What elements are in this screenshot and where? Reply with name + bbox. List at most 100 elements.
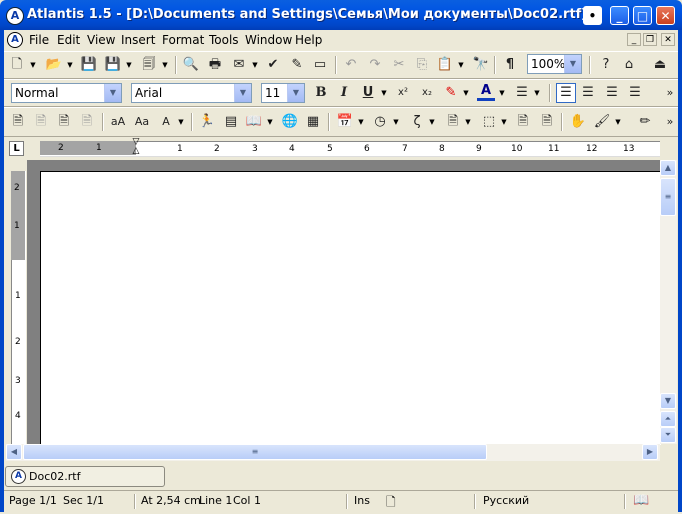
subscript-icon[interactable]: x₂ xyxy=(418,84,436,102)
chevron-down-icon[interactable]: ▼ xyxy=(392,118,400,126)
symbol-icon[interactable]: ζ xyxy=(408,113,426,131)
find-icon[interactable]: 🔭 xyxy=(472,56,490,74)
maximize-button[interactable]: □ xyxy=(633,6,652,25)
chevron-down-icon[interactable]: ▼ xyxy=(287,84,304,102)
change-case-menu-icon[interactable]: A xyxy=(157,113,175,131)
align-left-icon[interactable]: ☰ xyxy=(556,83,576,103)
underline-icon[interactable]: U xyxy=(359,84,377,102)
pilcrow-icon[interactable]: ¶ xyxy=(501,56,519,74)
bold-icon[interactable]: B xyxy=(312,84,330,102)
paste-icon[interactable]: 📋 xyxy=(436,56,454,74)
stack-icon[interactable]: ▦ xyxy=(304,113,322,131)
doc-blue-icon[interactable]: 🗎 xyxy=(55,113,73,131)
insert-frame-icon[interactable]: ⬚ xyxy=(480,113,498,131)
chevron-down-icon[interactable]: ▼ xyxy=(104,84,121,102)
chevron-down-icon[interactable]: ▼ xyxy=(380,89,388,97)
field-icon[interactable]: ▭ xyxy=(311,56,329,74)
superscript-icon[interactable]: x² xyxy=(394,84,412,102)
scroll-left-button[interactable]: ◀ xyxy=(6,444,22,460)
italic-icon[interactable]: I xyxy=(335,84,353,102)
size-select[interactable]: 11 ▼ xyxy=(261,83,305,103)
doc-restore-button[interactable]: ❐ xyxy=(643,33,657,46)
insert-object-icon[interactable]: 🗎 xyxy=(514,113,532,131)
calendar-icon[interactable]: 📅 xyxy=(336,113,354,131)
print-preview-icon[interactable]: 🔍 xyxy=(182,56,200,74)
scroll-up-button[interactable]: ▲ xyxy=(660,160,676,176)
highlight-icon[interactable]: ✎ xyxy=(442,84,460,102)
chevron-down-icon[interactable]: ▼ xyxy=(251,61,259,69)
book-icon[interactable]: 📖 xyxy=(245,113,263,131)
indent-marker[interactable]: ▽ △ xyxy=(131,138,141,160)
style-select[interactable]: Normal ▼ xyxy=(11,83,122,103)
document-icon[interactable]: A xyxy=(7,32,23,48)
vertical-scroll-thumb[interactable]: ≡ xyxy=(660,178,676,216)
hand-icon[interactable]: ✋ xyxy=(569,113,587,131)
menu-view[interactable]: View xyxy=(87,33,115,47)
chevron-down-icon[interactable]: ▼ xyxy=(266,118,274,126)
autocorrect-icon[interactable]: ✎ xyxy=(288,56,306,74)
exit-icon[interactable]: ⏏ xyxy=(651,56,669,74)
clock-icon[interactable]: ◷ xyxy=(371,113,389,131)
templates-icon[interactable]: 🗐 xyxy=(140,56,158,74)
vertical-scrollbar[interactable]: ▲ ≡ ▼ ⏶ ⏷ xyxy=(660,160,677,444)
change-case-icon[interactable]: Aa xyxy=(133,113,151,131)
spellcheck-icon[interactable]: ✔ xyxy=(264,56,282,74)
save-icon[interactable]: 💾 xyxy=(80,56,98,74)
menu-tools[interactable]: Tools xyxy=(209,33,239,47)
font-select[interactable]: Arial ▼ xyxy=(131,83,252,103)
email-icon[interactable]: ✉ xyxy=(230,56,248,74)
doc-close-button[interactable]: ✕ xyxy=(661,33,675,46)
close-button[interactable]: ✕ xyxy=(656,6,675,25)
doc-minimize-button[interactable]: _ xyxy=(627,33,641,46)
copy-icon[interactable]: ⎘ xyxy=(413,56,431,74)
document-page[interactable] xyxy=(40,171,661,445)
align-center-icon[interactable]: ☰ xyxy=(579,84,597,102)
tab-selector[interactable]: L xyxy=(9,141,24,156)
globe-icon[interactable]: 🌐 xyxy=(281,113,299,131)
chevron-down-icon[interactable]: ▼ xyxy=(177,118,185,126)
next-page-button[interactable]: ⏷ xyxy=(660,427,676,443)
convert-icon[interactable]: 🗎 xyxy=(9,113,27,131)
save-as-icon[interactable]: 💾 xyxy=(104,56,122,74)
chevron-down-icon[interactable]: ▼ xyxy=(614,118,622,126)
app-icon[interactable]: A xyxy=(6,7,24,25)
pencil-icon[interactable]: ✏ xyxy=(636,113,654,131)
horizontal-scroll-thumb[interactable]: ≡ xyxy=(23,444,487,460)
brush-icon[interactable]: 🖌 xyxy=(593,113,611,131)
zoom-select[interactable]: 100% ▼ xyxy=(527,54,582,74)
insert-table-icon[interactable]: 🗎 xyxy=(538,113,556,131)
menu-help[interactable]: Help xyxy=(295,33,322,47)
menu-file[interactable]: File xyxy=(29,33,49,47)
chevron-down-icon[interactable]: ▼ xyxy=(66,61,74,69)
page-icon[interactable]: ▤ xyxy=(222,113,240,131)
new-document-icon[interactable]: 🗋 xyxy=(8,56,26,74)
scroll-down-button[interactable]: ▼ xyxy=(660,393,676,409)
open-folder-icon[interactable]: 📂 xyxy=(45,56,63,74)
convert-disabled-icon[interactable]: 🗎 xyxy=(32,113,50,131)
justify-icon[interactable]: ☰ xyxy=(626,84,644,102)
font-color-icon[interactable]: A xyxy=(477,84,495,101)
menu-edit[interactable]: Edit xyxy=(57,33,80,47)
chevron-down-icon[interactable]: ▼ xyxy=(533,89,541,97)
menu-insert[interactable]: Insert xyxy=(121,33,155,47)
menu-format[interactable]: Format xyxy=(162,33,204,47)
chevron-down-icon[interactable]: ▼ xyxy=(29,61,37,69)
horizontal-scrollbar[interactable]: ◀ ≡ ▶ xyxy=(6,444,660,461)
cut-icon[interactable]: ✂ xyxy=(390,56,408,74)
insert-page-icon[interactable]: 🗎 xyxy=(444,113,462,131)
pin-button[interactable]: • xyxy=(583,6,602,25)
chevron-down-icon[interactable]: ▼ xyxy=(462,89,470,97)
redo-icon[interactable]: ↷ xyxy=(366,56,384,74)
document-tab[interactable]: A Doc02.rtf xyxy=(5,466,165,487)
chevron-down-icon[interactable]: ▼ xyxy=(500,118,508,126)
chevron-down-icon[interactable]: ▼ xyxy=(234,84,251,102)
previous-page-button[interactable]: ⏶ xyxy=(660,411,676,427)
chevron-down-icon[interactable]: ▼ xyxy=(357,118,365,126)
menu-window[interactable]: Window xyxy=(245,33,292,47)
walker-icon[interactable]: 🏃 xyxy=(198,113,216,131)
doc-grey-icon[interactable]: 🗎 xyxy=(78,113,96,131)
chevron-down-icon[interactable]: ▼ xyxy=(464,118,472,126)
scroll-right-button[interactable]: ▶ xyxy=(642,444,658,460)
chevron-down-icon[interactable]: ▼ xyxy=(161,61,169,69)
minimize-button[interactable]: _ xyxy=(610,6,629,25)
